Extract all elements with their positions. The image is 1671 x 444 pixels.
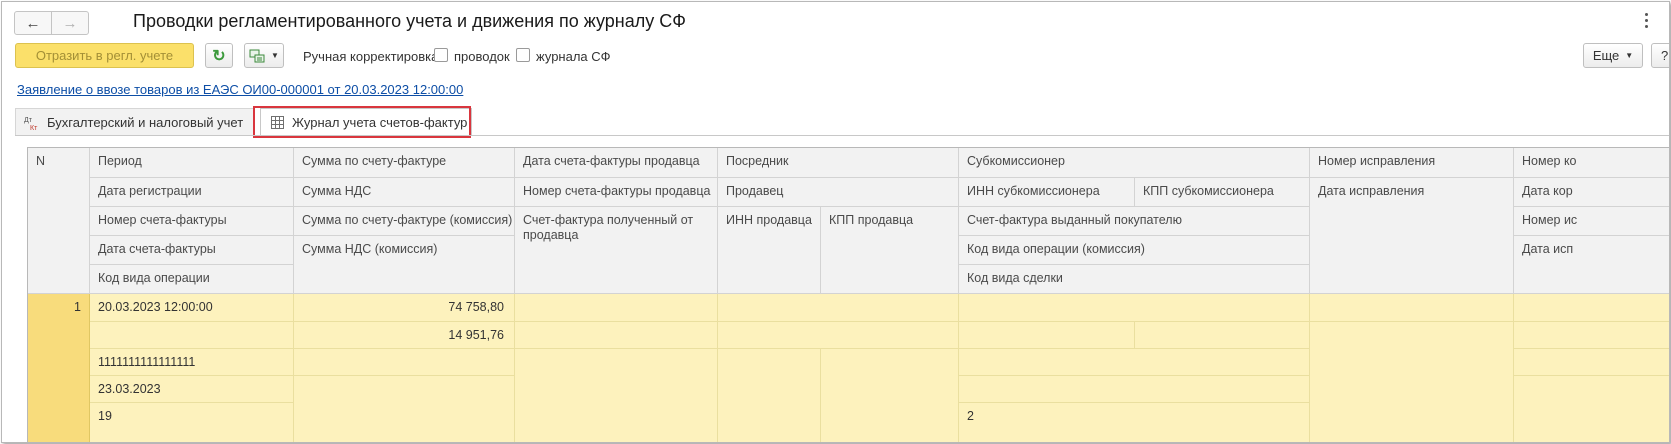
chevron-down-icon: ▼: [1625, 51, 1634, 60]
back-button[interactable]: ←: [15, 12, 52, 34]
row-intermediary-cell[interactable]: [718, 294, 959, 322]
row-invoice-issued-cell[interactable]: [959, 349, 1310, 376]
header-subcommissioner[interactable]: Субкомиссионер: [959, 148, 1310, 178]
header-intermediary[interactable]: Посредник: [718, 148, 959, 178]
row-seller-cell[interactable]: [718, 322, 959, 349]
header-operation-code-commission[interactable]: Код вида операции (комиссия): [959, 236, 1310, 265]
row-invoice-received-cell[interactable]: [515, 349, 718, 442]
header-invoice-received[interactable]: Счет-фактура полученный от продавца: [515, 207, 718, 294]
header-seller-kpp[interactable]: КПП продавца: [821, 207, 959, 294]
row-seller-invoice-number-cell[interactable]: [515, 322, 718, 349]
header-vat-sum[interactable]: Сумма НДС: [294, 178, 515, 207]
structure-icon: [249, 49, 265, 62]
window-title: Проводки регламентированного учета и дви…: [133, 11, 686, 31]
invoice-journal-table[interactable]: N Период Дата регистрации Номер счета-фа…: [27, 147, 1669, 442]
row-sub-inn-cell[interactable]: [959, 322, 1135, 349]
row-period-cell[interactable]: 20.03.2023 12:00:00: [90, 294, 294, 322]
more-button[interactable]: Еще ▼: [1583, 43, 1643, 68]
document-structure-button[interactable]: ▼: [244, 43, 284, 68]
row-adjustment-correction-number-cell[interactable]: [1514, 349, 1669, 376]
row-operation-code-cell[interactable]: 19: [90, 403, 294, 442]
row-invoice-sum-commission-cell[interactable]: [294, 349, 515, 376]
row-invoice-date-cell[interactable]: 23.03.2023: [90, 376, 294, 403]
help-button[interactable]: ?: [1651, 43, 1669, 68]
postings-checkbox[interactable]: [434, 48, 448, 62]
header-invoice-issued[interactable]: Счет-фактура выданный покупателю: [959, 207, 1310, 236]
tab-divider: [15, 135, 1669, 136]
header-seller-invoice-number[interactable]: Номер счета-фактуры продавца: [515, 178, 718, 207]
more-actions-icon[interactable]: [1642, 12, 1650, 30]
arrow-left-icon: ←: [25, 14, 41, 32]
chevron-down-icon: ▼: [271, 51, 279, 60]
navigation-buttons: ← →: [14, 11, 89, 35]
tab-accounting[interactable]: Дт Кт Бухгалтерский и налоговый учет: [15, 108, 254, 136]
header-invoice-date[interactable]: Дата счета-фактуры: [90, 236, 294, 265]
row-operation-code-commission-cell[interactable]: [959, 376, 1310, 403]
header-correction-date[interactable]: Дата исправления: [1310, 178, 1514, 294]
row-adjustment-date-cell[interactable]: [1514, 322, 1669, 349]
header-deal-code[interactable]: Код вида сделки: [959, 265, 1310, 294]
row-adjustment-number-cell[interactable]: [1514, 294, 1669, 322]
highlight-frame: [253, 106, 471, 138]
refresh-icon: ↻: [212, 47, 226, 65]
header-correction-number[interactable]: Номер исправления: [1310, 148, 1514, 178]
header-adjustment-number[interactable]: Номер ко: [1514, 148, 1669, 178]
svg-text:Дт: Дт: [24, 117, 33, 124]
reflect-button[interactable]: Отразить в регл. учете: [15, 43, 194, 68]
arrow-right-icon: →: [62, 14, 78, 32]
row-seller-kpp-cell[interactable]: [821, 349, 959, 442]
header-seller-invoice-date[interactable]: Дата счета-фактуры продавца: [515, 148, 718, 178]
header-invoice-sum-commission[interactable]: Сумма по счету-фактуре (комиссия): [294, 207, 515, 236]
row-vat-sum-cell[interactable]: 14 951,76: [294, 322, 515, 349]
header-vat-sum-commission[interactable]: Сумма НДС (комиссия): [294, 236, 515, 294]
header-sub-inn[interactable]: ИНН субкомиссионера: [959, 178, 1135, 207]
dt-kt-icon: Дт Кт: [24, 117, 38, 131]
row-correction-number-cell[interactable]: [1310, 294, 1514, 322]
header-reg-date[interactable]: Дата регистрации: [90, 178, 294, 207]
more-button-label: Еще: [1592, 48, 1620, 63]
journal-checkbox-label: журнала СФ: [536, 49, 611, 64]
svg-text:Кт: Кт: [30, 125, 38, 131]
row-seller-inn-cell[interactable]: [718, 349, 821, 442]
postings-checkbox-label: проводок: [454, 49, 510, 64]
header-sub-kpp[interactable]: КПП субкомиссионера: [1135, 178, 1310, 207]
header-seller[interactable]: Продавец: [718, 178, 959, 207]
row-subcommissioner-cell[interactable]: [959, 294, 1310, 322]
header-period[interactable]: Период: [90, 148, 294, 178]
header-n[interactable]: N: [28, 148, 90, 294]
row-reg-date-cell[interactable]: [90, 322, 294, 349]
header-invoice-sum[interactable]: Сумма по счету-фактуре: [294, 148, 515, 178]
refresh-button[interactable]: ↻: [205, 43, 233, 68]
forward-button[interactable]: →: [52, 12, 88, 34]
header-adjustment-date[interactable]: Дата кор: [1514, 178, 1669, 207]
document-link[interactable]: Заявление о ввозе товаров из ЕАЭС ОИ00-0…: [17, 82, 463, 97]
row-seller-invoice-date-cell[interactable]: [515, 294, 718, 322]
row-invoice-sum-cell[interactable]: 74 758,80: [294, 294, 515, 322]
row-sub-kpp-cell[interactable]: [1135, 322, 1310, 349]
form-window: ← → Проводки регламентированного учета и…: [1, 1, 1670, 443]
header-adjustment-correction-number[interactable]: Номер ис: [1514, 207, 1669, 236]
row-adjustment-correction-date-cell[interactable]: [1514, 376, 1669, 442]
row-correction-date-cell[interactable]: [1310, 322, 1514, 442]
row-deal-code-cell[interactable]: 2: [959, 403, 1310, 442]
row-vat-sum-commission-cell[interactable]: [294, 376, 515, 442]
row-number-cell[interactable]: 1: [28, 294, 90, 442]
row-invoice-number-cell[interactable]: 1111111111111111: [90, 349, 294, 376]
manual-correction-label: Ручная корректировка:: [303, 49, 442, 64]
journal-checkbox[interactable]: [516, 48, 530, 62]
header-adjustment-correction-date[interactable]: Дата исп: [1514, 236, 1669, 294]
header-operation-code[interactable]: Код вида операции: [90, 265, 294, 294]
header-invoice-number[interactable]: Номер счета-фактуры: [90, 207, 294, 236]
tab-accounting-label: Бухгалтерский и налоговый учет: [47, 115, 244, 130]
header-seller-inn[interactable]: ИНН продавца: [718, 207, 821, 294]
